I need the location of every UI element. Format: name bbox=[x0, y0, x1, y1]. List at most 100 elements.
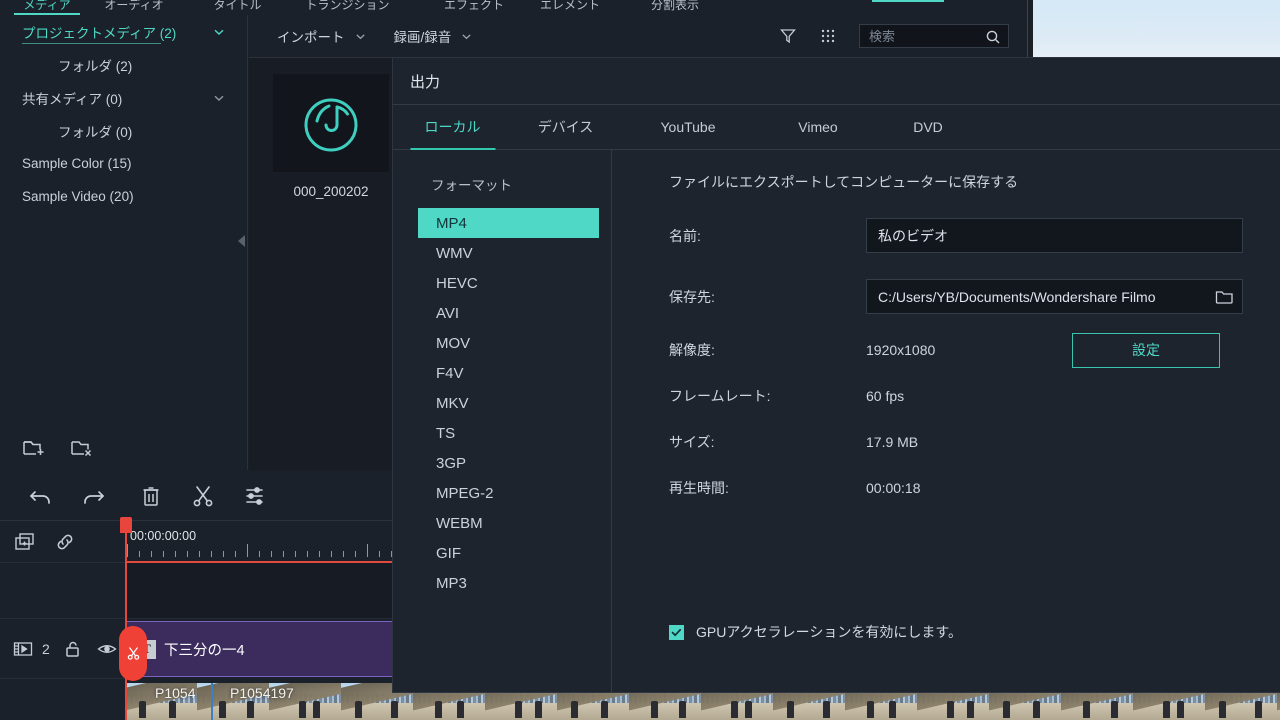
clip-boundary bbox=[211, 683, 213, 720]
video-preview-image bbox=[1033, 0, 1280, 60]
duration-label: 再生時間: bbox=[669, 480, 729, 496]
tab-6[interactable]: 分割表示 bbox=[620, 0, 730, 11]
split-at-playhead-button[interactable] bbox=[119, 626, 147, 681]
format-option-ts[interactable]: TS bbox=[393, 418, 611, 448]
dialog-tab-4[interactable]: DVD bbox=[893, 105, 963, 150]
track-number-label: 2 bbox=[42, 640, 50, 657]
main-tab-bar: メディア オーディオ タイトル トランジション エフェクト エレメント 分割表示 bbox=[0, 0, 1027, 14]
preview-left-divider bbox=[1027, 0, 1028, 60]
export-dialog: 出力 ローカル デバイス YouTube Vimeo DVD フォーマット MP4 WMV… bbox=[393, 58, 1280, 692]
tab-5[interactable]: エレメント bbox=[520, 0, 620, 11]
record-button[interactable]: 録画/録音 bbox=[394, 26, 473, 46]
unlock-icon[interactable] bbox=[62, 638, 84, 660]
dialog-body: フォーマット MP4 WMV HEVC AVI MOV F4V MKV TS 3GP MPEG-2… bbox=[393, 150, 1280, 692]
dialog-tab-bar: ローカル デバイス YouTube Vimeo DVD bbox=[393, 105, 1280, 150]
library-item-1[interactable]: フォルダ (2) bbox=[0, 48, 247, 81]
filter-icon[interactable] bbox=[779, 27, 797, 45]
tab-3[interactable]: トランジション bbox=[280, 0, 415, 11]
dialog-title: 出力 bbox=[393, 58, 1280, 105]
format-option-f4v[interactable]: F4V bbox=[393, 358, 611, 388]
film-track-icon bbox=[12, 638, 34, 660]
library-item-label: 共有メディア (0) bbox=[22, 91, 123, 107]
search-box[interactable] bbox=[859, 24, 1009, 48]
library-item-2[interactable]: 共有メディア (0) bbox=[0, 81, 247, 114]
duration-row: 再生時間: 00:00:18 bbox=[612, 478, 1280, 498]
library-item-label: Sample Video (20) bbox=[22, 189, 134, 204]
link-icon[interactable] bbox=[54, 531, 76, 553]
format-option-webm[interactable]: WEBM bbox=[393, 508, 611, 538]
size-value: 17.9 MB bbox=[866, 434, 919, 450]
import-label: インポート bbox=[277, 30, 345, 45]
format-option-3gp[interactable]: 3GP bbox=[393, 448, 611, 478]
format-option-mkv[interactable]: MKV bbox=[393, 388, 611, 418]
redo-icon[interactable] bbox=[80, 483, 106, 509]
save-to-input-wrap[interactable] bbox=[866, 279, 1243, 314]
timeline-header-actions bbox=[0, 521, 125, 563]
gpu-label: GPUアクセラレーションを有効にします。 bbox=[696, 624, 962, 640]
delete-icon[interactable] bbox=[138, 483, 164, 509]
format-option-gif[interactable]: GIF bbox=[393, 538, 611, 568]
tab-4[interactable]: エフェクト bbox=[424, 0, 524, 11]
library-item-0[interactable]: プロジェクトメディア (2) bbox=[0, 15, 247, 48]
active-item-underline bbox=[22, 43, 161, 44]
resolution-row: 解像度: 1920x1080 設定 bbox=[612, 332, 1280, 368]
tab-2[interactable]: タイトル bbox=[190, 0, 285, 11]
format-option-mov[interactable]: MOV bbox=[393, 328, 611, 358]
library-footer-actions bbox=[0, 436, 248, 460]
dialog-tab-0[interactable]: ローカル bbox=[410, 105, 495, 150]
export-settings-panel: ファイルにエクスポートしてコンピューターに保存する 名前: 保存先: bbox=[612, 150, 1280, 692]
split-icon[interactable] bbox=[190, 483, 216, 509]
chevron-down-icon[interactable] bbox=[213, 92, 225, 104]
dialog-tab-2[interactable]: YouTube bbox=[643, 105, 733, 150]
dialog-tab-3[interactable]: Vimeo bbox=[778, 105, 858, 150]
save-to-row: 保存先: bbox=[612, 279, 1280, 314]
format-list-panel: フォーマット MP4 WMV HEVC AVI MOV F4V MKV TS 3GP MPEG-2… bbox=[393, 150, 612, 692]
library-item-label: フォルダ (2) bbox=[58, 58, 133, 74]
name-input-wrap[interactable] bbox=[866, 218, 1243, 253]
timeline-timecode: 00:00:00:00 bbox=[130, 529, 197, 543]
playhead-handle[interactable] bbox=[120, 517, 132, 533]
library-item-label: Sample Color (15) bbox=[22, 156, 132, 171]
tab-1[interactable]: オーディオ bbox=[84, 0, 184, 11]
media-toolbar: インポート 録画/録音 bbox=[249, 15, 1027, 58]
format-option-hevc[interactable]: HEVC bbox=[393, 268, 611, 298]
add-track-icon[interactable] bbox=[14, 531, 36, 553]
media-item[interactable]: 000_200202 bbox=[273, 74, 389, 199]
save-to-input[interactable] bbox=[867, 288, 1207, 305]
save-to-label: 保存先: bbox=[669, 288, 715, 305]
name-input[interactable] bbox=[867, 227, 1207, 244]
undo-icon[interactable] bbox=[28, 483, 54, 509]
eye-visibility-icon[interactable] bbox=[96, 638, 118, 660]
search-icon[interactable] bbox=[985, 29, 1001, 45]
tab-0[interactable]: メディア bbox=[12, 0, 82, 11]
chevron-down-icon[interactable] bbox=[213, 26, 225, 38]
format-option-mpeg-2[interactable]: MPEG-2 bbox=[393, 478, 611, 508]
playhead-line[interactable] bbox=[125, 521, 127, 720]
import-button[interactable]: インポート bbox=[277, 26, 366, 46]
format-option-wmv[interactable]: WMV bbox=[393, 238, 611, 268]
library-item-4[interactable]: Sample Color (15) bbox=[0, 147, 247, 180]
format-option-mp4[interactable]: MP4 bbox=[418, 208, 599, 238]
sidebar-collapse-arrow[interactable] bbox=[238, 235, 245, 247]
gpu-checkbox[interactable] bbox=[669, 624, 684, 640]
delete-folder-icon[interactable] bbox=[68, 436, 96, 460]
settings-button[interactable]: 設定 bbox=[1072, 332, 1220, 368]
new-folder-icon[interactable] bbox=[20, 436, 48, 460]
resolution-value: 1920x1080 bbox=[866, 342, 936, 358]
title-clip-label: 下三分の一4 bbox=[164, 642, 245, 659]
framerate-row: フレームレート: 60 fps bbox=[612, 386, 1280, 406]
adjust-icon[interactable] bbox=[242, 483, 268, 509]
search-input[interactable] bbox=[860, 28, 972, 44]
library-item-5[interactable]: Sample Video (20) bbox=[0, 180, 247, 213]
format-option-mp3[interactable]: MP3 bbox=[393, 568, 611, 598]
browse-folder-icon[interactable] bbox=[1214, 287, 1234, 307]
format-heading: フォーマット bbox=[431, 178, 512, 193]
duration-value: 00:00:18 bbox=[866, 480, 921, 496]
format-option-avi[interactable]: AVI bbox=[393, 298, 611, 328]
grid-view-icon[interactable] bbox=[819, 27, 837, 45]
gpu-acceleration-row[interactable]: GPUアクセラレーションを有効にします。 bbox=[669, 622, 962, 642]
library-item-3[interactable]: フォルダ (0) bbox=[0, 114, 247, 147]
dialog-tab-1[interactable]: デバイス bbox=[523, 105, 608, 150]
video-clip-label: P1054 bbox=[155, 685, 196, 701]
record-label: 録画/録音 bbox=[393, 30, 452, 45]
